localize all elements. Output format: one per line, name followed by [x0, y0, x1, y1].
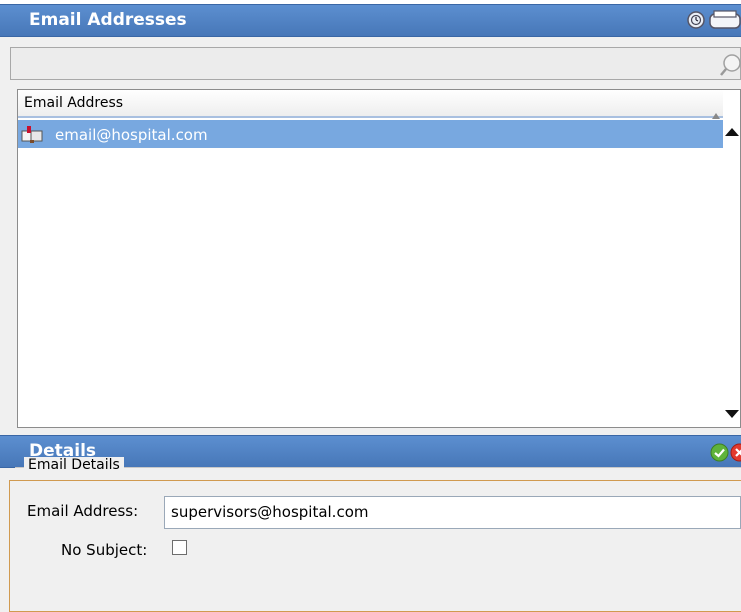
email-address-grid: Email Address email@hospital.com	[17, 89, 741, 428]
grid-column-header[interactable]: Email Address	[18, 90, 723, 119]
column-email-address[interactable]: Email Address	[24, 95, 123, 111]
email-addresses-header: Email Addresses	[0, 4, 741, 37]
check-icon[interactable]	[710, 443, 729, 465]
scroll-down-arrow-icon[interactable]	[725, 406, 739, 421]
clock-icon[interactable]	[686, 10, 706, 33]
email-address-label: Email Address:	[27, 502, 139, 520]
close-icon[interactable]	[730, 443, 741, 465]
mailbox-icon	[21, 125, 43, 146]
email-details-legend: Email Details	[24, 457, 124, 479]
no-subject-label: No Subject:	[61, 541, 148, 559]
search-bar[interactable]	[10, 47, 741, 80]
email-address-cell: email@hospital.com	[55, 126, 208, 144]
group-divider	[15, 467, 741, 468]
scroll-up-arrow-icon[interactable]	[725, 124, 739, 139]
email-address-field[interactable]: supervisors@hospital.com	[164, 496, 741, 529]
print-icon[interactable]	[708, 10, 741, 35]
vertical-scrollbar[interactable]	[723, 120, 740, 427]
email-addresses-title: Email Addresses	[29, 10, 187, 30]
no-subject-checkbox[interactable]	[172, 540, 187, 555]
search-icon[interactable]	[720, 53, 741, 80]
table-row[interactable]: email@hospital.com	[18, 120, 723, 148]
